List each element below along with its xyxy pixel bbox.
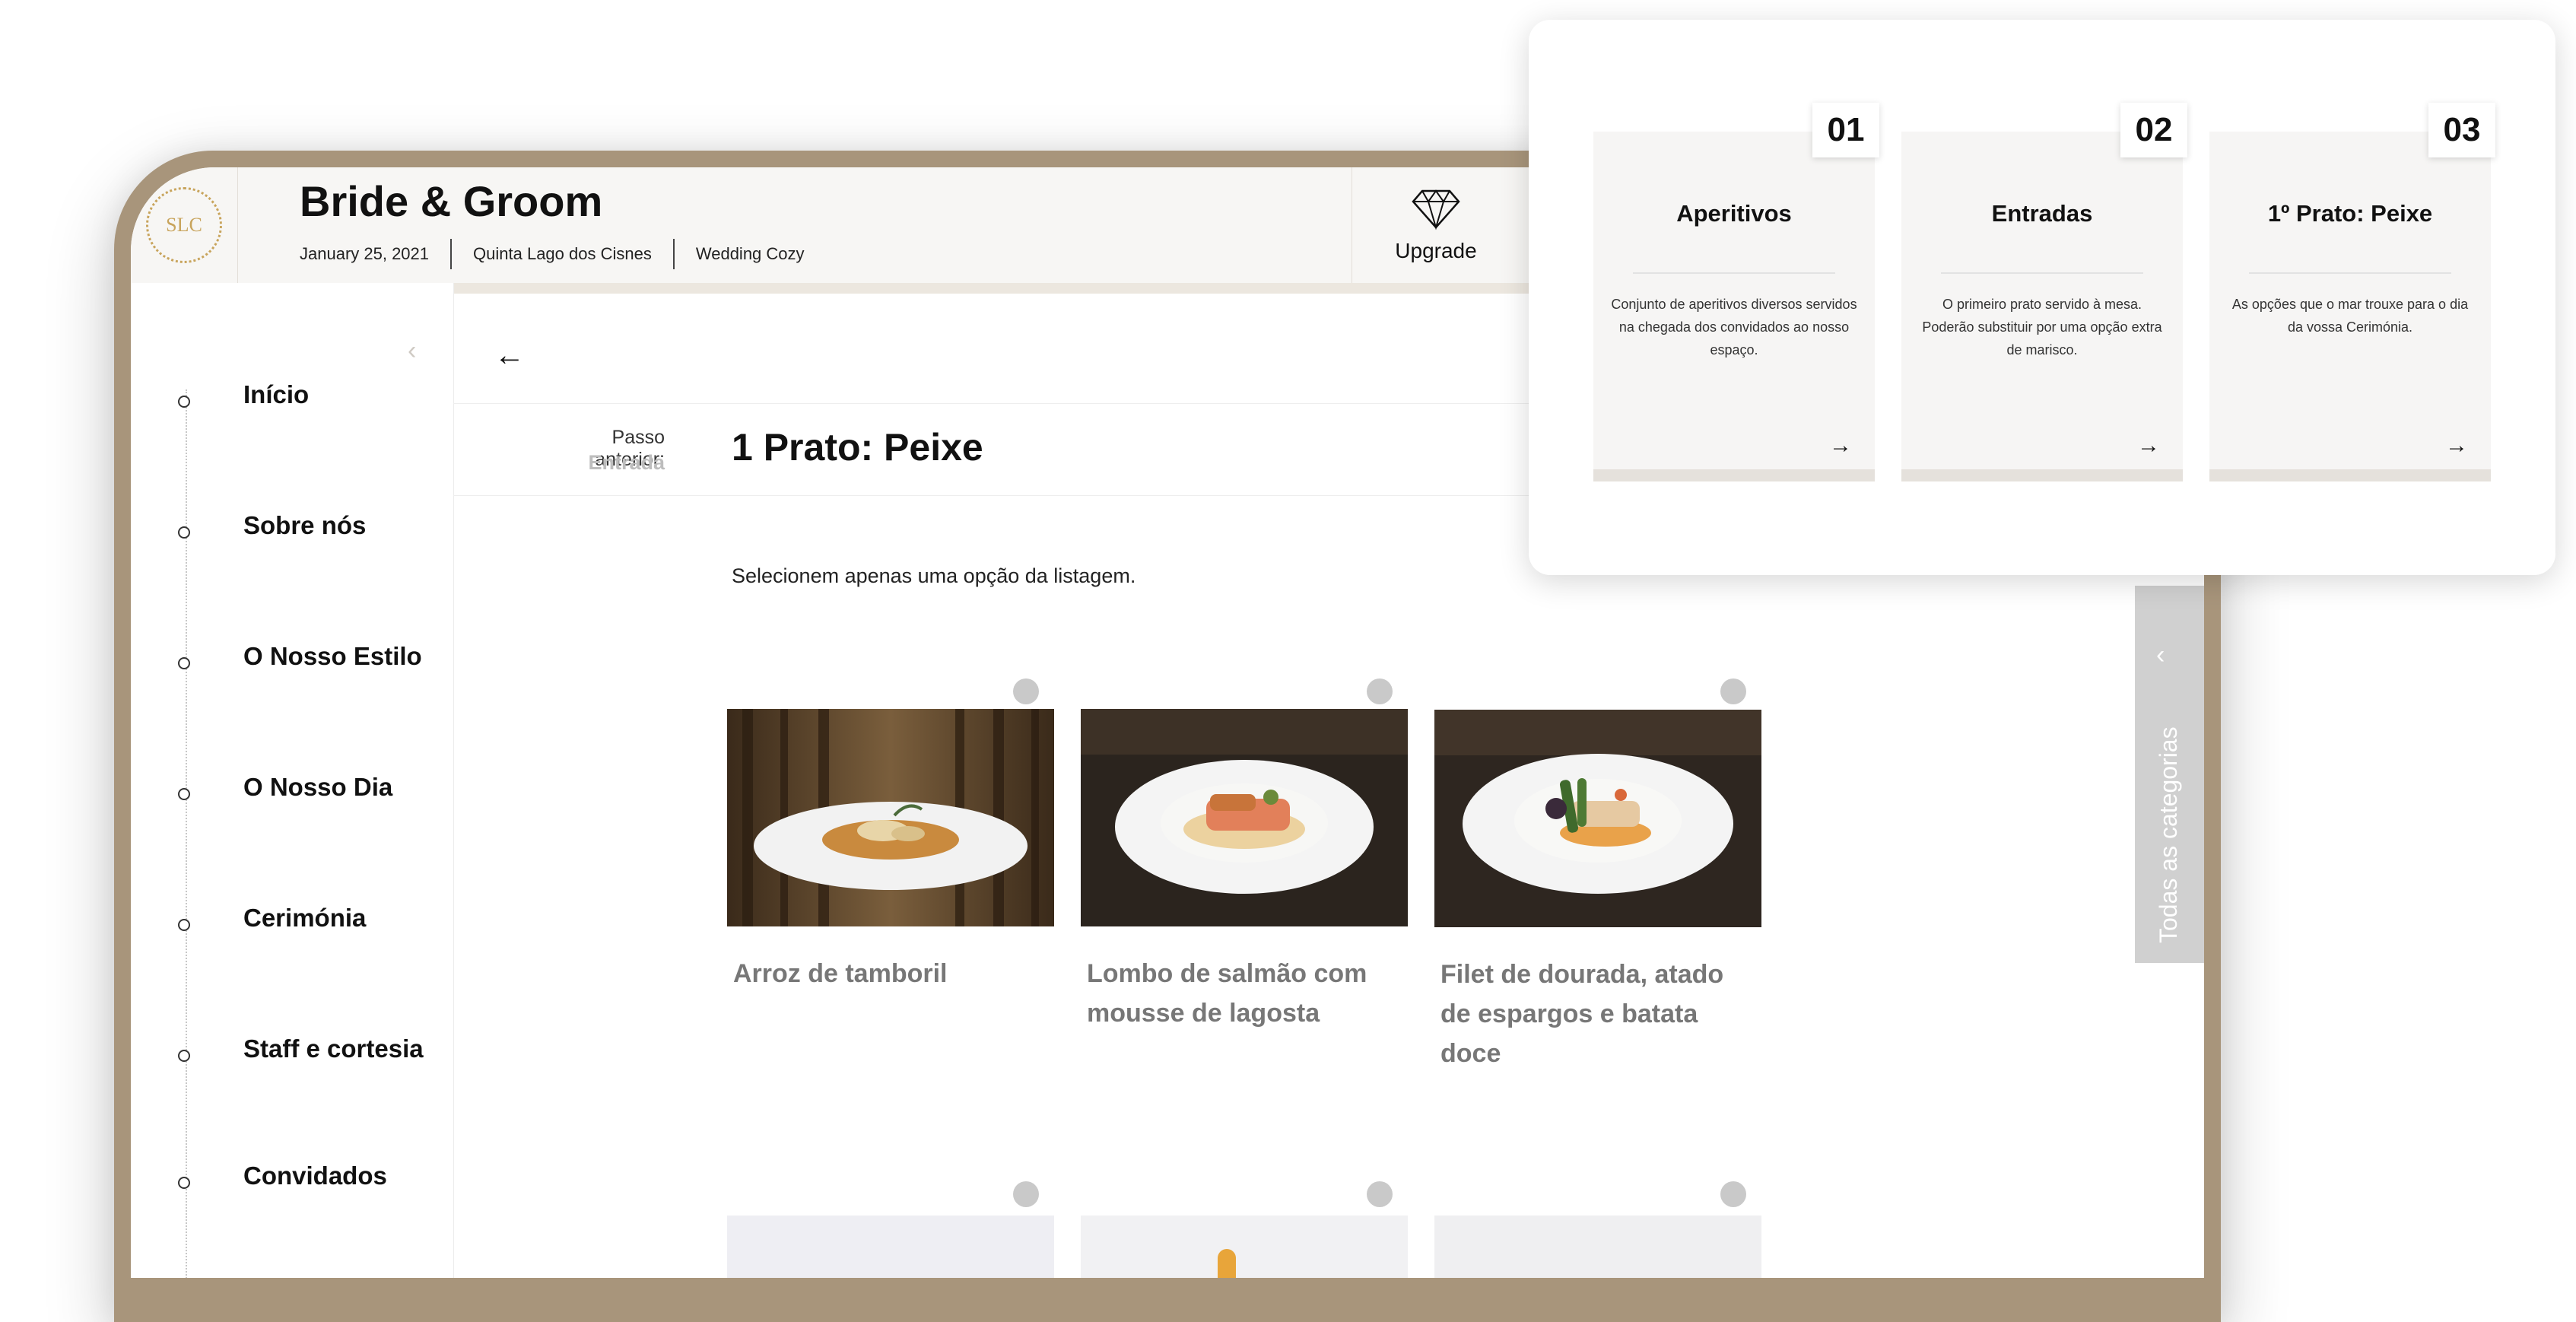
sidebar-item-label: Cerimónia — [243, 904, 367, 932]
dish-select-radio[interactable] — [1720, 1181, 1746, 1207]
sidebar-item-cerimonia[interactable]: Cerimónia — [131, 904, 453, 949]
dish-photo — [1434, 710, 1761, 927]
sidebar-item-sobre-nos[interactable]: Sobre nós — [131, 511, 453, 557]
dish-select-radio[interactable] — [1013, 1181, 1039, 1207]
dish-photo — [1081, 1216, 1408, 1278]
arrow-right-icon[interactable]: → — [2445, 433, 2468, 459]
sidebar-item-o-nosso-estilo[interactable]: O Nosso Estilo — [131, 642, 453, 688]
timeline-dot — [178, 1177, 190, 1189]
sidebar-item-inicio[interactable]: Início — [131, 380, 453, 426]
category-card-entradas[interactable]: 02 Entradas O primeiro prato servido à m… — [1901, 103, 2187, 481]
dish-photo — [1081, 709, 1408, 926]
arrow-right-icon[interactable]: → — [1829, 433, 1852, 459]
timeline-dot — [178, 526, 190, 539]
dish-select-radio[interactable] — [1013, 678, 1039, 704]
category-number: 01 — [1812, 103, 1879, 157]
wedding-venue: Quinta Lago dos Cisnes — [450, 239, 673, 269]
logo-cell[interactable]: SLC — [131, 167, 238, 283]
card-bottom-bar — [2209, 469, 2491, 481]
dish-name: Lombo de salmão com mousse de lagosta — [1087, 959, 1367, 1028]
category-description: O primeiro prato servido à mesa. Poderão… — [1922, 297, 2162, 358]
couple-name: Bride & Groom — [300, 177, 603, 225]
category-title: 1º Prato: Peixe — [2267, 200, 2433, 227]
category-card-prato-peixe[interactable]: 03 1º Prato: Peixe As opções que o mar t… — [2209, 103, 2495, 481]
timeline-dot — [178, 657, 190, 669]
back-arrow-icon[interactable]: ← — [494, 338, 525, 373]
dish-card[interactable]: Arroz de tamboril — [727, 678, 1054, 1028]
sidebar-item-label: Início — [243, 380, 310, 408]
wedding-meta: January 25, 2021 Quinta Lago dos Cisnes … — [300, 239, 826, 269]
sidebar-item-label: O Nosso Estilo — [243, 642, 422, 670]
instruction-text: Selecionem apenas uma opção da listagem. — [732, 564, 1136, 587]
sidebar-item-label: Convidados — [243, 1162, 387, 1190]
sidebar-item-o-nosso-dia[interactable]: O Nosso Dia — [131, 773, 453, 818]
divider — [2249, 272, 2451, 274]
category-description: Conjunto de aperitivos diversos servidos… — [1611, 297, 1857, 358]
category-title: Entradas — [1991, 200, 2093, 227]
sidebar-item-convidados[interactable]: Convidados — [131, 1162, 453, 1207]
diamond-icon — [1412, 188, 1460, 234]
collapse-sidebar-icon[interactable]: ‹ — [408, 336, 416, 366]
dish-select-radio[interactable] — [1367, 678, 1393, 704]
dish-name: Filet de dourada, atado de espargos e ba… — [1440, 960, 1724, 1068]
category-number: 03 — [2428, 103, 2495, 157]
arrow-right-icon[interactable]: → — [2137, 433, 2160, 459]
dish-photo — [1434, 1216, 1761, 1278]
divider — [1941, 272, 2143, 274]
all-categories-tab[interactable]: ‹ Todas as categorias — [2135, 586, 2204, 963]
categories-popup: 01 Aperitivos Conjunto de aperitivos div… — [1529, 20, 2555, 575]
category-description: As opções que o mar trouxe para o dia da… — [2231, 297, 2469, 335]
chevron-left-icon: ‹ — [2156, 640, 2165, 669]
timeline-dot — [178, 919, 190, 931]
upgrade-button[interactable]: Upgrade — [1352, 167, 1520, 283]
timeline-dot — [178, 1050, 190, 1062]
timeline-dot — [178, 788, 190, 800]
wedding-style: Wedding Cozy — [672, 239, 826, 269]
all-categories-label: Todas as categorias — [2155, 726, 2182, 943]
card-bottom-bar — [1593, 469, 1875, 481]
category-title: Aperitivos — [1676, 200, 1792, 227]
dish-card[interactable]: Filet de dourada, atado de espargos e ba… — [1434, 678, 1761, 1068]
sidebar-item-label: Sobre nós — [243, 511, 367, 539]
dish-card[interactable]: Lombo de salmão com mousse de lagosta — [1081, 678, 1408, 1028]
category-card-aperitivos[interactable]: 01 Aperitivos Conjunto de aperitivos div… — [1593, 103, 1879, 481]
sidebar: ‹ Início Sobre nós O Nosso Estilo O Noss… — [131, 283, 454, 1278]
category-number: 02 — [2120, 103, 2187, 157]
wedding-date: January 25, 2021 — [300, 244, 430, 263]
step-title: 1 Prato: Peixe — [732, 426, 983, 469]
card-bottom-bar — [1901, 469, 2183, 481]
dish-photo — [727, 709, 1054, 926]
sidebar-item-staff-e-cortesia[interactable]: Staff e cortesia — [131, 1034, 453, 1080]
food-garnish — [1218, 1249, 1236, 1278]
divider — [1633, 272, 1835, 274]
upgrade-label: Upgrade — [1395, 238, 1477, 262]
dish-select-radio[interactable] — [1367, 1181, 1393, 1207]
dish-photo — [727, 1216, 1054, 1278]
dish-name: Arroz de tamboril — [733, 959, 948, 988]
brand-logo: SLC — [146, 187, 222, 263]
dish-select-radio[interactable] — [1720, 678, 1746, 704]
timeline-dot — [178, 396, 190, 408]
sidebar-item-label: Staff e cortesia — [243, 1034, 424, 1063]
sidebar-item-label: O Nosso Dia — [243, 773, 393, 801]
previous-step-link[interactable]: Entrada — [537, 451, 665, 475]
